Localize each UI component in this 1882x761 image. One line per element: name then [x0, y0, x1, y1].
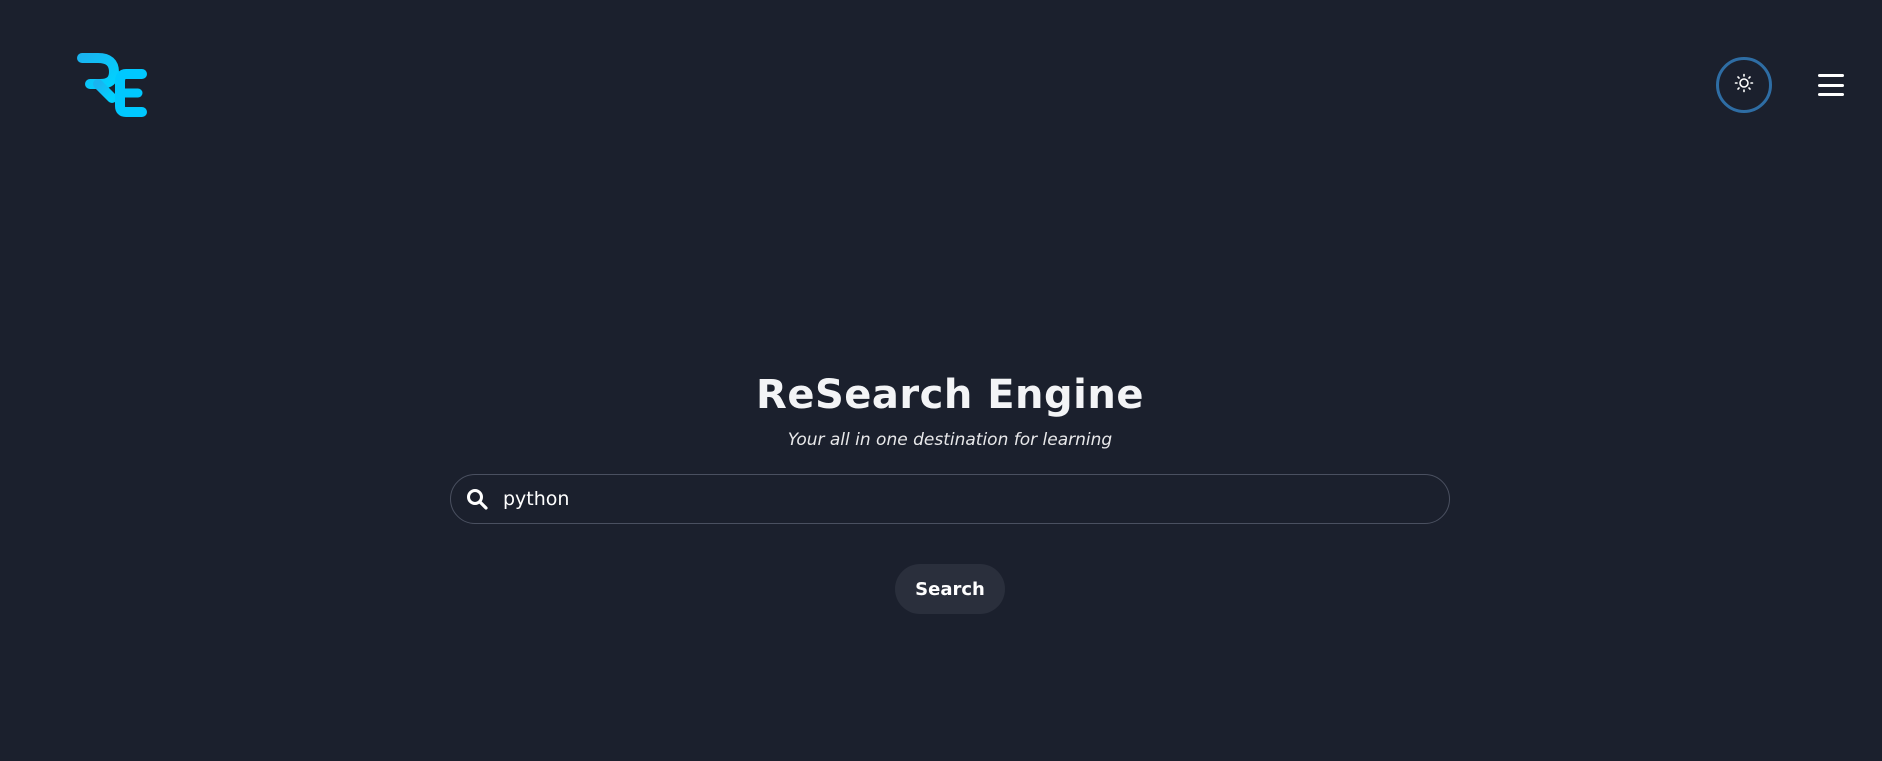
search-icon [465, 487, 489, 511]
search-input[interactable] [503, 479, 1449, 519]
theme-toggle-button[interactable] [1716, 57, 1772, 113]
search-bar[interactable] [450, 474, 1450, 524]
tagline: Your all in one destination for learning [787, 430, 1113, 450]
menu-line [1818, 93, 1844, 96]
re-logo-icon[interactable] [76, 51, 150, 118]
menu-line [1818, 74, 1844, 77]
menu-line [1818, 83, 1844, 87]
page: ReSearch Engine Your all in one destinat… [0, 0, 1882, 761]
hamburger-menu-icon[interactable] [1818, 74, 1846, 96]
page-title: ReSearch Engine [756, 372, 1144, 418]
search-button[interactable]: Search [895, 564, 1005, 614]
sun-icon [1734, 73, 1754, 97]
